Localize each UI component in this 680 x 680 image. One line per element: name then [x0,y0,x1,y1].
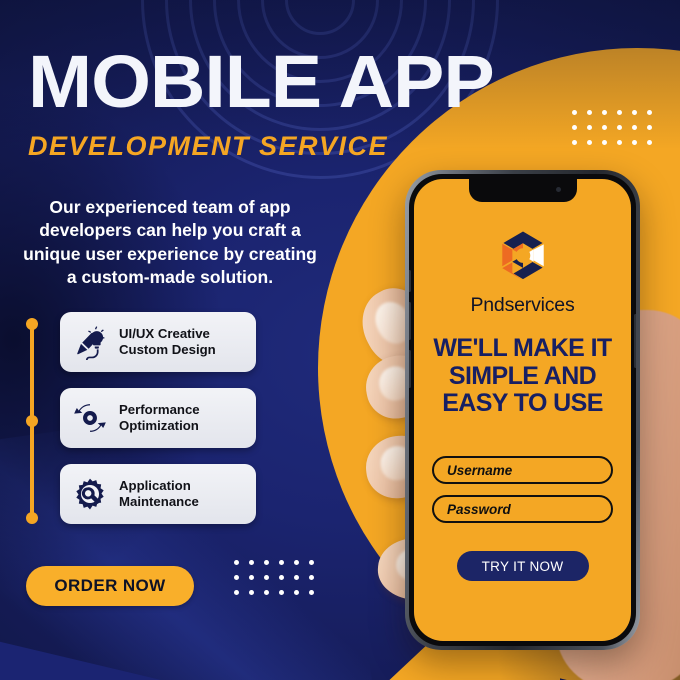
gear-refresh-icon [70,398,110,438]
phone-screen: Pndservices WE'LL MAKE IT SIMPLE AND EAS… [414,179,631,641]
phone-notch [468,179,577,202]
feature-card-performance[interactable]: Performance Optimization [60,388,256,448]
order-now-button[interactable]: ORDER NOW [26,566,194,606]
try-it-now-button[interactable]: TRY IT NOW [456,551,589,581]
dot-grid-top-right [572,110,652,145]
phone-bezel: Pndservices WE'LL MAKE IT SIMPLE AND EAS… [409,174,636,646]
app-logo-block: Pndservices [414,227,631,317]
phone-volume-down-button[interactable] [409,350,411,388]
timeline-decoration [26,318,38,524]
description-text: Our experienced team of app developers c… [23,197,317,287]
page-subtitle: DEVELOPMENT SERVICE [28,131,389,162]
dot-grid-bottom-left [234,560,314,595]
phone-power-button[interactable] [634,314,636,368]
front-camera-icon [555,187,561,192]
feature-card-label: UI/UX Creative Custom Design [119,325,216,357]
headline-block: MOBILE APP DEVELOPMENT SERVICE [28,44,495,162]
app-slogan: WE'LL MAKE IT SIMPLE AND EASY TO USE [433,334,612,417]
pencil-lightbulb-icon [70,322,110,362]
poster-canvas: MOBILE APP DEVELOPMENT SERVICE Our exper… [0,0,680,680]
username-input[interactable] [432,456,613,484]
hexagon-logo-icon [495,230,551,287]
feature-card-label: Application Maintenance [119,477,199,509]
timeline-dot [26,318,38,330]
phone-mute-switch[interactable] [409,270,411,292]
phone-volume-up-button[interactable] [409,302,411,340]
timeline-dot [26,512,38,524]
timeline-dot [26,415,38,427]
feature-card-uiux[interactable]: UI/UX Creative Custom Design [60,312,256,372]
password-input[interactable] [432,495,613,523]
feature-card-label: Performance Optimization [119,401,200,433]
login-form [432,456,613,534]
page-title: MOBILE APP [28,40,495,123]
phone-mockup: Pndservices WE'LL MAKE IT SIMPLE AND EAS… [405,170,640,650]
gear-wrench-icon [70,474,110,514]
app-brand-name: Pndservices [470,294,575,316]
feature-card-maintenance[interactable]: Application Maintenance [60,464,256,524]
feature-card-list: UI/UX Creative Custom Design Performance… [60,312,256,540]
